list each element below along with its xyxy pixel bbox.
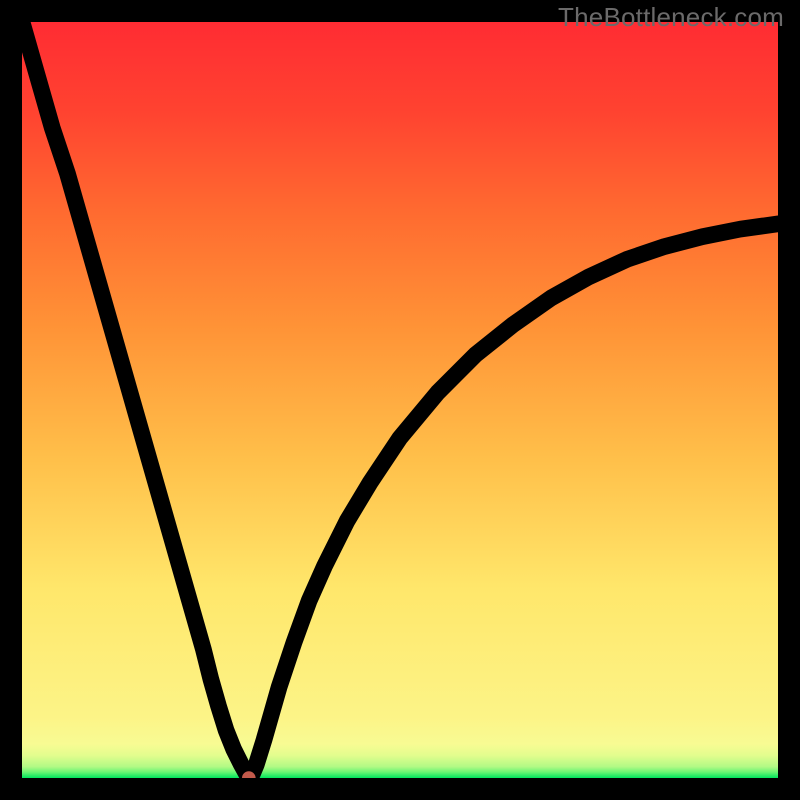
plot-area	[22, 22, 778, 778]
bottleneck-curve	[22, 22, 778, 778]
chart-frame: TheBottleneck.com	[0, 0, 800, 800]
curve-svg	[22, 22, 778, 778]
watermark-text: TheBottleneck.com	[558, 2, 784, 33]
